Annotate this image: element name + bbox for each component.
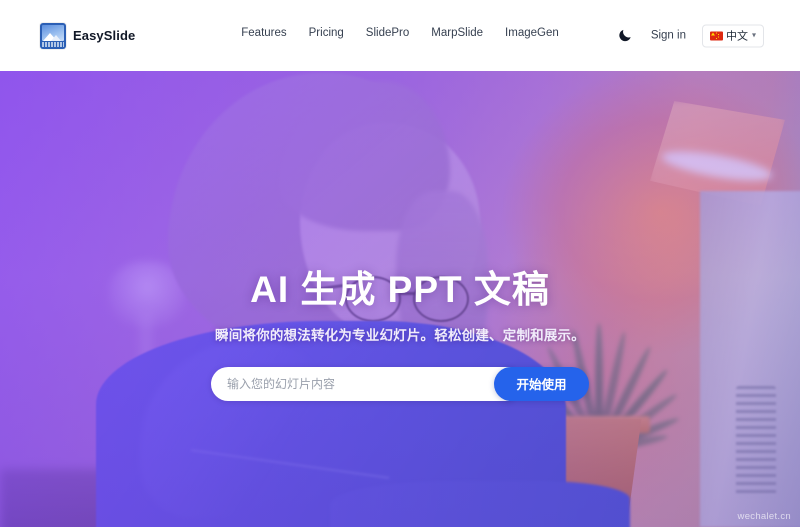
hero-title: AI 生成 PPT 文稿 bbox=[250, 269, 550, 310]
slide-content-input[interactable] bbox=[211, 366, 512, 401]
site-header: EasySlide Features Pricing SlidePro Marp… bbox=[0, 0, 800, 71]
page-root: EasySlide Features Pricing SlidePro Marp… bbox=[0, 0, 800, 527]
start-button[interactable]: 开始使用 bbox=[494, 366, 589, 401]
moon-icon[interactable] bbox=[615, 26, 635, 46]
nav-item-pricing[interactable]: Pricing bbox=[309, 27, 344, 39]
brand-logo-link[interactable]: EasySlide bbox=[40, 22, 136, 49]
chevron-down-icon: ▾ bbox=[751, 30, 756, 40]
hero-search-row: 开始使用 bbox=[211, 366, 589, 401]
hero-content: AI 生成 PPT 文稿 瞬间将你的想法转化为专业幻灯片。轻松创建、定制和展示。… bbox=[0, 71, 800, 527]
image-mountain-icon bbox=[40, 22, 66, 49]
cn-flag-icon bbox=[709, 31, 723, 40]
brand-name: EasySlide bbox=[73, 28, 136, 43]
language-selector[interactable]: 中文 ▾ bbox=[701, 24, 764, 47]
header-actions: Sign in 中文 ▾ bbox=[615, 24, 764, 47]
watermark: wechalet.cn bbox=[737, 511, 791, 522]
nav-item-imagegen[interactable]: ImageGen bbox=[505, 27, 559, 39]
nav-item-marpslide[interactable]: MarpSlide bbox=[431, 27, 483, 39]
hero-section: AI 生成 PPT 文稿 瞬间将你的想法转化为专业幻灯片。轻松创建、定制和展示。… bbox=[0, 71, 800, 527]
language-label: 中文 bbox=[725, 30, 748, 43]
nav-item-features[interactable]: Features bbox=[241, 27, 286, 39]
sign-in-link[interactable]: Sign in bbox=[651, 30, 686, 42]
hero-subtitle: 瞬间将你的想法转化为专业幻灯片。轻松创建、定制和展示。 bbox=[215, 327, 585, 343]
nav-item-slidepro[interactable]: SlidePro bbox=[366, 27, 409, 39]
main-nav: Features Pricing SlidePro MarpSlide Imag… bbox=[241, 27, 559, 39]
